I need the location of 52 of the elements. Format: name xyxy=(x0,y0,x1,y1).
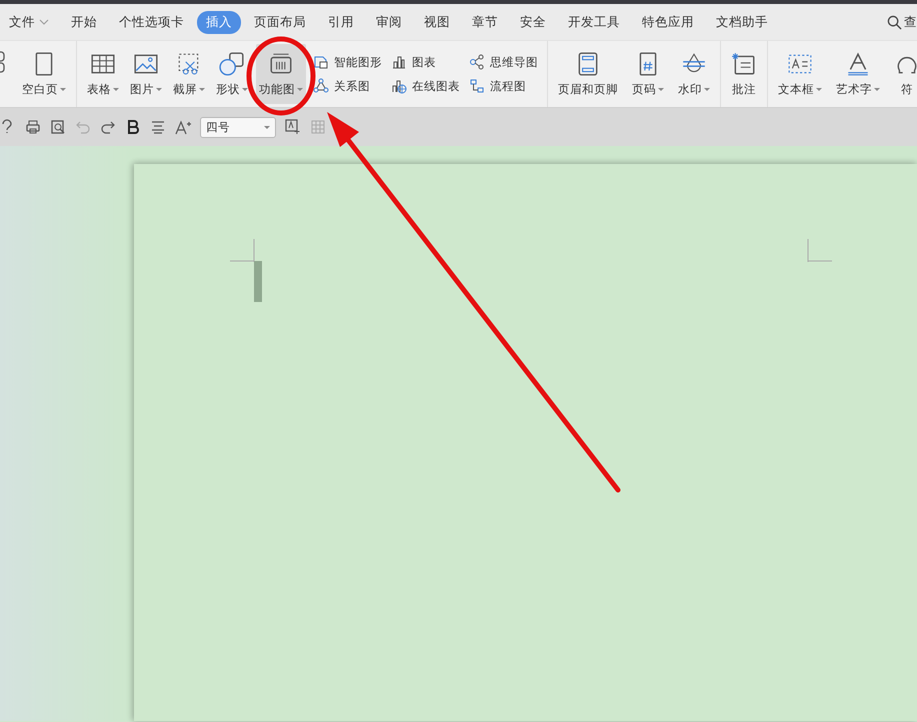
ribbon-button[interactable]: 空白页 xyxy=(19,44,69,104)
menu-tab[interactable]: 页面布局 xyxy=(245,10,315,34)
ribbon-button[interactable]: 截屏 xyxy=(170,44,208,104)
ribbon-small-button[interactable]: 智能图形 xyxy=(313,54,382,70)
ribbon-button[interactable]: 表格 xyxy=(84,44,122,104)
menu-tab[interactable]: 特色应用 xyxy=(633,10,703,34)
menu-tab[interactable]: 文档助手 xyxy=(707,10,777,34)
menu-tab[interactable]: 安全 xyxy=(511,10,555,34)
text-cursor xyxy=(254,261,262,302)
ribbon-button[interactable]: 功能图 xyxy=(256,44,306,104)
smart-shape-icon xyxy=(313,54,329,70)
ribbon-small-button[interactable]: 思维导图 xyxy=(469,54,538,70)
chevron-down-icon xyxy=(39,18,49,26)
menu-tab[interactable]: 审阅 xyxy=(367,10,411,34)
menu-tab[interactable]: 开发工具 xyxy=(559,10,629,34)
ribbon-button[interactable]: 形状 xyxy=(213,44,251,104)
printer-icon[interactable] xyxy=(25,119,41,135)
crop-mark xyxy=(230,239,255,262)
search-button[interactable]: 查 xyxy=(887,14,917,30)
font-size-dropdown[interactable]: 四号 xyxy=(200,116,276,138)
text-box-plus-icon[interactable] xyxy=(285,119,301,135)
ribbon-small-button[interactable]: 在线图表 xyxy=(391,78,460,94)
menu-tab[interactable]: 文件 xyxy=(0,10,58,34)
ribbon-button[interactable]: 页眉和页脚 xyxy=(555,44,621,104)
ribbon-small-button[interactable]: 图表 xyxy=(391,54,460,70)
grow-font-icon[interactable] xyxy=(175,119,191,135)
crop-mark xyxy=(807,239,832,262)
triangle-nodes-icon xyxy=(313,78,329,94)
align-icon[interactable] xyxy=(150,119,166,135)
mind-map-icon xyxy=(469,54,485,70)
menu-tab[interactable]: 开始 xyxy=(62,10,106,34)
flowchart-icon xyxy=(469,78,485,94)
bar-chart-icon xyxy=(391,54,407,70)
menu-tab[interactable]: 章节 xyxy=(463,10,507,34)
redo-icon[interactable] xyxy=(100,119,116,135)
ribbon-button[interactable]: 批注 xyxy=(728,44,760,104)
ribbon-small-button[interactable]: 流程图 xyxy=(469,78,538,94)
comment-icon xyxy=(731,51,757,77)
online-chart-icon xyxy=(391,78,407,94)
ribbon-button[interactable]: 图片 xyxy=(127,44,165,104)
ribbon-small-button[interactable]: 关系图 xyxy=(313,78,382,94)
ribbon-button[interactable]: 页码 xyxy=(629,44,667,104)
ribbon-button[interactable]: 文本框 xyxy=(775,44,825,104)
bold-icon[interactable] xyxy=(125,119,141,135)
menu-tab[interactable]: 视图 xyxy=(415,10,459,34)
ribbon-button[interactable]: 水印 xyxy=(675,44,713,104)
menu-tab[interactable]: 引用 xyxy=(319,10,363,34)
print-preview-icon[interactable] xyxy=(50,119,66,135)
ribbon-button[interactable]: 符 xyxy=(891,44,917,104)
ribbon-button[interactable]: 艺术字 xyxy=(833,44,883,104)
shapes-icon xyxy=(219,51,245,77)
menu-tab[interactable]: 个性选项卡 xyxy=(110,10,193,34)
